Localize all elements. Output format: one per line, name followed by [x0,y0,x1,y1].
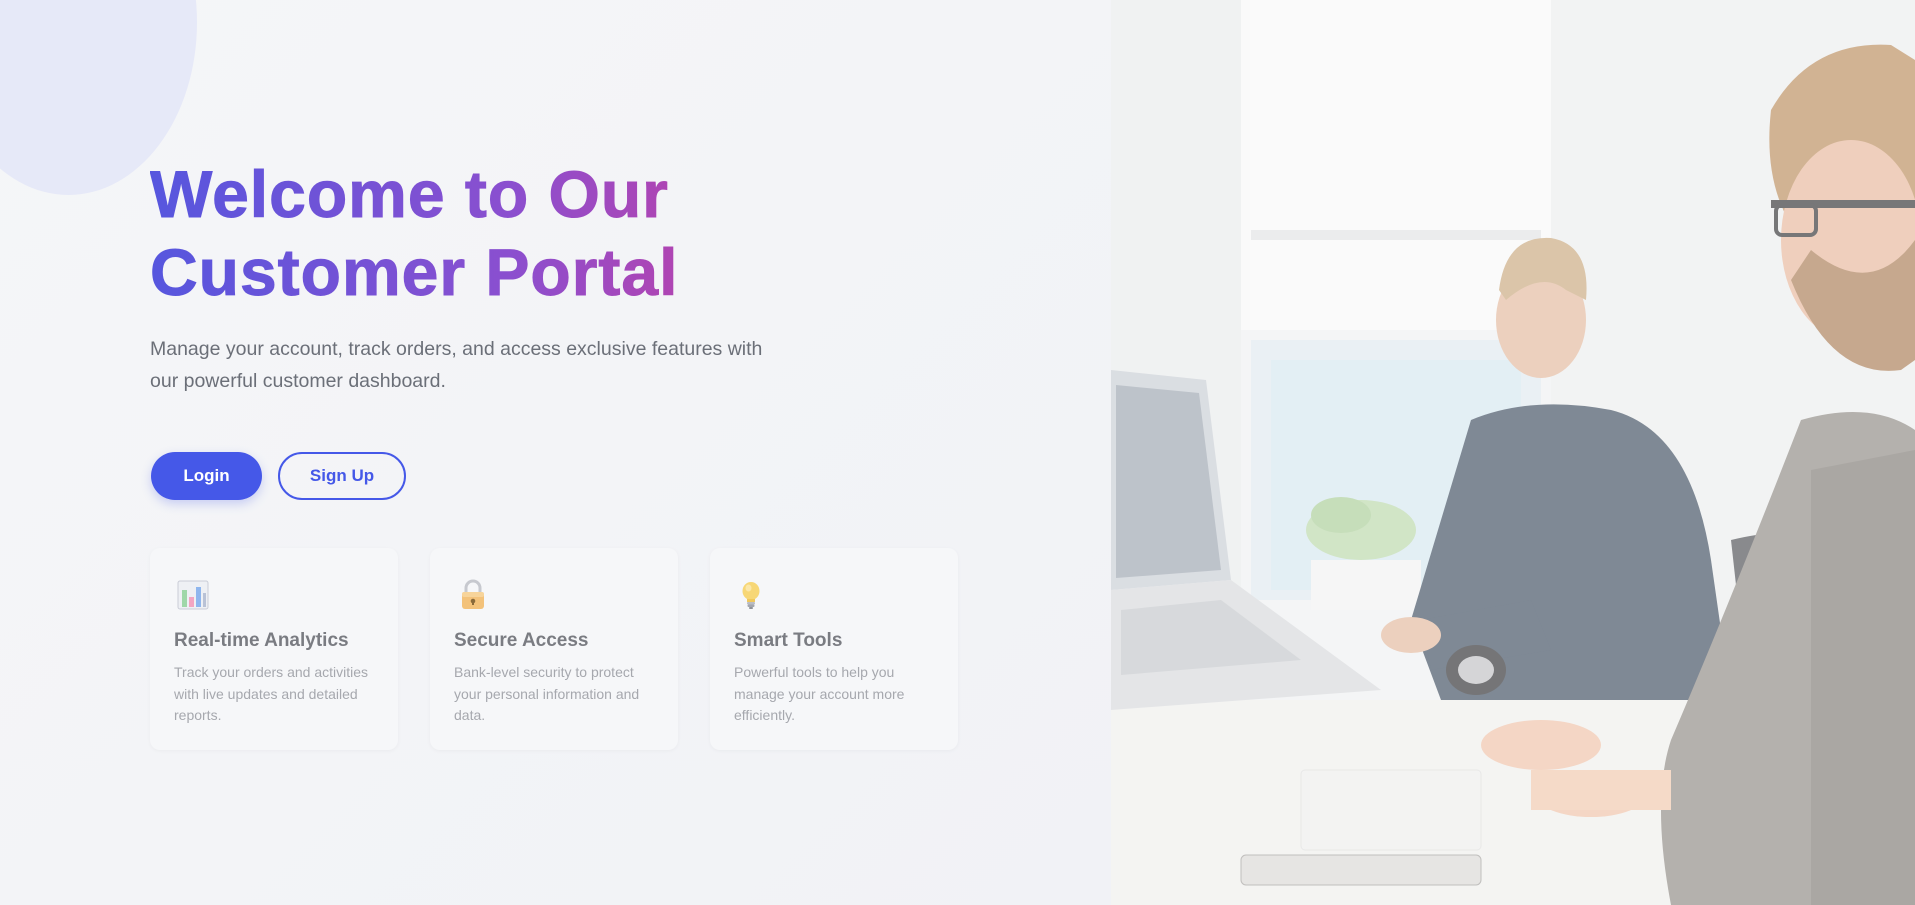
hero-image [1111,0,1915,905]
page-title-line-1: Welcome to Our [150,157,669,232]
signup-button[interactable]: Sign Up [278,452,406,500]
feature-description: Track your orders and activities with li… [174,664,368,723]
feature-description: Bank-level security to protect your pers… [454,664,640,723]
feature-description: Powerful tools to help you manage your a… [734,664,905,723]
office-photo-illustration [1111,0,1915,905]
page-title-line-2: Customer Portal [150,235,679,310]
feature-card-analytics: Real-time Analytics Track your orders an… [150,548,398,750]
hero-subtitle: Manage your account, track orders, and a… [150,338,763,392]
page-title: Welcome to Our Customer Portal [150,155,870,311]
feature-card-tools: Smart Tools Powerful tools to help you m… [710,548,958,750]
feature-title: Smart Tools [734,630,843,651]
lightbulb-icon [742,582,760,609]
feature-title: Secure Access [454,630,589,651]
feature-card-security: Secure Access Bank-level security to pro… [430,548,678,750]
login-button[interactable]: Login [151,452,262,500]
lock-icon [462,579,484,609]
feature-title: Real-time Analytics [174,630,349,651]
hero-section: Welcome to Our Customer Portal Manage yo… [0,0,1111,905]
bar-chart-icon [177,580,209,610]
